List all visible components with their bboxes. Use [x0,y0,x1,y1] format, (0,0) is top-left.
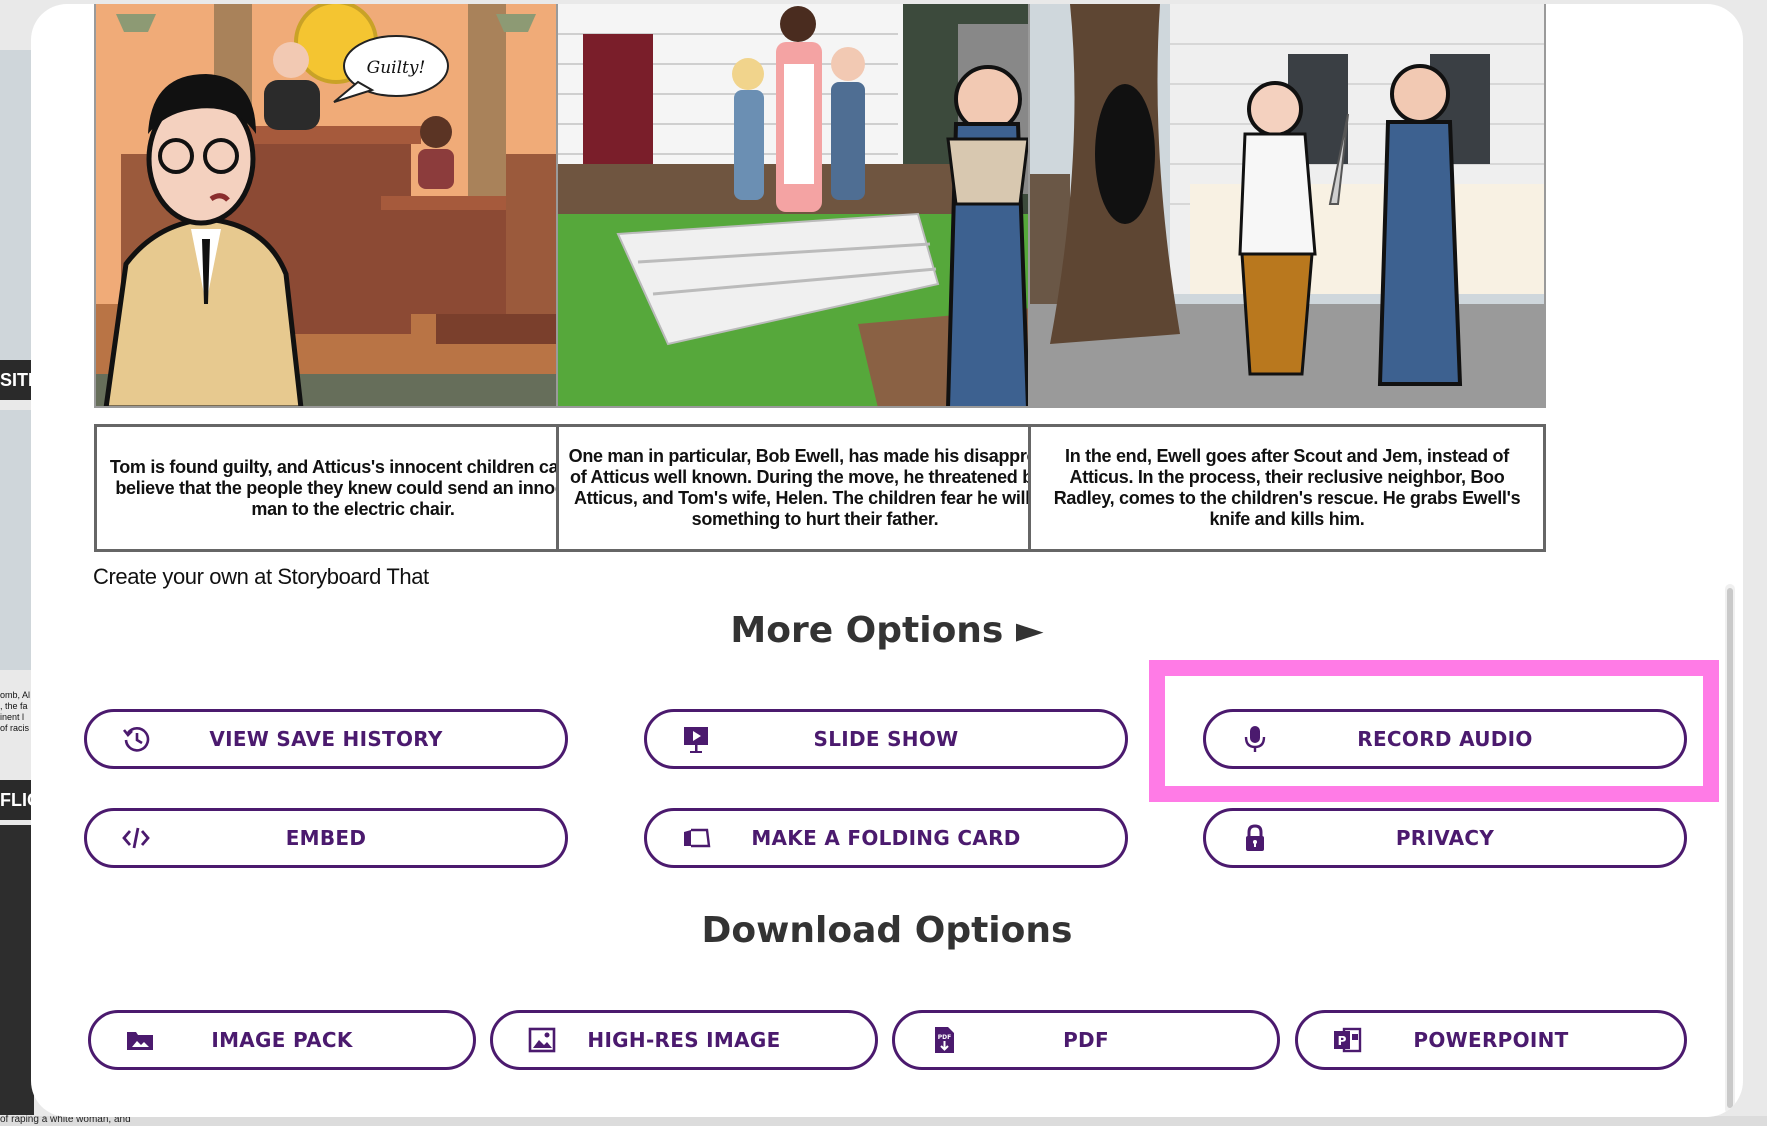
privacy-button[interactable]: PRIVACY [1203,808,1687,868]
svg-text:P: P [1338,1034,1347,1048]
svg-text:PDF: PDF [938,1034,951,1041]
privacy-label: PRIVACY [1395,826,1495,850]
image-icon [527,1025,557,1055]
courtroom-illustration: Guilty! [96,4,610,406]
high-res-image-button[interactable]: HIGH-RES IMAGE [490,1010,878,1070]
background-thumbnail [0,50,34,360]
make-folding-card-button[interactable]: MAKE A FOLDING CARD [644,808,1128,868]
powerpoint-label: POWERPOINT [1413,1028,1569,1052]
history-icon [121,724,151,754]
tree-scene-illustration [1030,4,1544,406]
scrollbar-thumb[interactable] [1727,588,1733,1108]
porch-illustration [558,4,1072,406]
highlight-box [1149,660,1719,802]
storyboard-modal: Guilty! Tom is found guilty, and Atticus… [31,4,1743,1117]
make-folding-card-label: MAKE A FOLDING CARD [751,826,1021,850]
storyboard-credit: Create your own at Storyboard That [93,564,429,589]
embed-button[interactable]: EMBED [84,808,568,868]
presentation-icon [681,724,711,754]
embed-label: EMBED [285,826,367,850]
more-options-title: More Options ► [730,610,1044,651]
storyboard-panel-1: Guilty! [94,4,612,408]
powerpoint-icon: P [1332,1025,1362,1055]
panel-caption-1: Tom is found guilty, and Atticus's innoc… [94,424,612,552]
folding-card-icon [681,823,711,853]
slide-show-button[interactable]: SLIDE SHOW [644,709,1128,769]
background-thumbnail [0,410,34,670]
panel-caption-2: One man in particular, Bob Ewell, has ma… [556,424,1074,552]
background-label: SITIC [0,360,34,400]
background-footer [0,1116,1767,1126]
high-res-image-label: HIGH-RES IMAGE [587,1028,781,1052]
image-folder-icon [125,1025,155,1055]
slide-show-label: SLIDE SHOW [813,727,959,751]
pdf-icon: PDF [929,1025,959,1055]
storyboard-panel-2 [556,4,1074,408]
view-save-history-button[interactable]: VIEW SAVE HISTORY [84,709,568,769]
background-thumbnail [0,825,34,1115]
download-options-title: Download Options [701,910,1073,951]
background-snippet: omb, Al , the fa inent l of racis [0,690,31,733]
background-label: FLIC [0,780,34,820]
speech-bubble-text: Guilty! [367,58,426,78]
pdf-label: PDF [1063,1028,1109,1052]
view-save-history-label: VIEW SAVE HISTORY [209,727,443,751]
pdf-button[interactable]: PDF PDF [892,1010,1280,1070]
powerpoint-button[interactable]: P POWERPOINT [1295,1010,1687,1070]
image-pack-label: IMAGE PACK [211,1028,353,1052]
lock-icon [1240,823,1270,853]
image-pack-button[interactable]: IMAGE PACK [88,1010,476,1070]
code-icon [121,823,151,853]
panel-caption-3: In the end, Ewell goes after Scout and J… [1028,424,1546,552]
storyboard-panel-3 [1028,4,1546,408]
